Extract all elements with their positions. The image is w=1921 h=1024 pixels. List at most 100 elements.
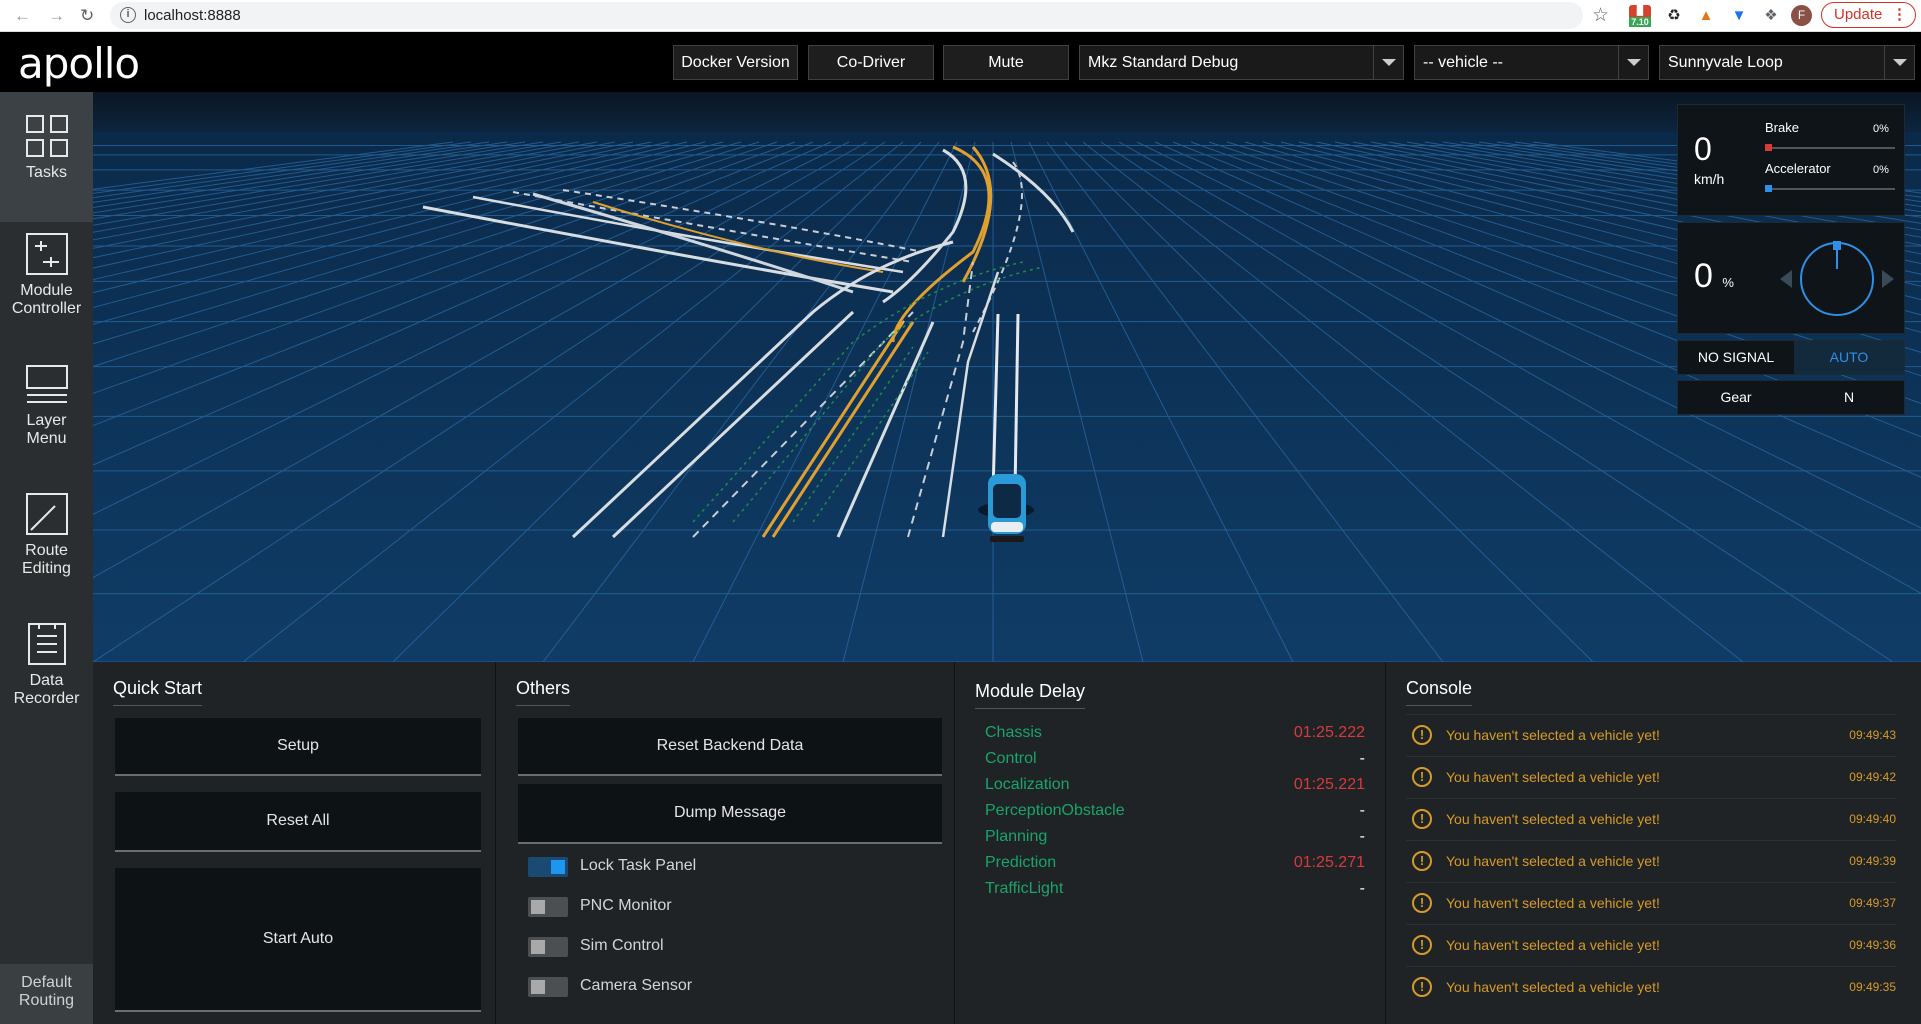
sidebar-item-data-recorder[interactable]: Data Recorder xyxy=(0,612,93,742)
v-extension-icon[interactable]: ▼ xyxy=(1728,5,1750,27)
mode-select[interactable]: Mkz Standard Debug xyxy=(1079,45,1404,80)
start-auto-button[interactable]: Start Auto xyxy=(115,868,481,1012)
sidebar: Tasks Module Controller Layer Menu Route… xyxy=(0,92,93,1024)
warning-icon: ! xyxy=(1412,725,1432,745)
driving-mode-status: AUTO xyxy=(1794,341,1904,374)
sidebar-label: Menu xyxy=(26,430,67,447)
console-timestamp: 09:49:42 xyxy=(1849,770,1896,784)
address-bar[interactable]: i localhost:8888 xyxy=(110,2,1583,29)
lock-task-panel-toggle[interactable] xyxy=(528,857,568,877)
url-text[interactable]: localhost:8888 xyxy=(144,7,241,24)
accelerator-percent: 0% xyxy=(1873,164,1889,176)
console-timestamp: 09:49:39 xyxy=(1849,854,1896,868)
forward-arrow-icon[interactable]: → xyxy=(48,6,65,26)
sidebar-item-layer-menu[interactable]: Layer Menu xyxy=(0,352,93,482)
warning-icon: ! xyxy=(1412,977,1432,997)
warning-icon: ! xyxy=(1412,893,1432,913)
reset-all-button[interactable]: Reset All xyxy=(115,792,481,852)
extension-badge-icon[interactable]: █ 7.10 xyxy=(1629,5,1651,27)
panel-title: Others xyxy=(516,678,571,706)
sidebar-label: Recorder xyxy=(13,690,80,707)
module-delay-value: - xyxy=(1359,750,1365,767)
chevron-down-icon xyxy=(1373,46,1403,79)
recycle-extension-icon[interactable]: ♻ xyxy=(1663,5,1685,27)
steering-number: 0 xyxy=(1694,257,1713,295)
sidebar-label: Layer xyxy=(26,412,67,429)
console-row: ! You haven't selected a vehicle yet! 09:4… xyxy=(1406,924,1896,966)
sidebar-item-tasks[interactable]: Tasks xyxy=(0,92,93,222)
steering-panel: 0 % xyxy=(1677,222,1905,334)
pnc-monitor-toggle[interactable] xyxy=(528,897,568,917)
module-name: Planning xyxy=(985,828,1048,845)
console-timestamp: 09:49:35 xyxy=(1849,980,1896,994)
route-icon xyxy=(25,493,68,535)
scene-canvas[interactable] xyxy=(93,92,1921,662)
console-row: ! You haven't selected a vehicle yet! 09:4… xyxy=(1406,798,1896,840)
fox-extension-icon[interactable]: ▲ xyxy=(1695,5,1717,27)
camera-sensor-toggle[interactable] xyxy=(528,977,568,997)
browser-toolbar: ← → ↻ i localhost:8888 ☆ █ 7.10 ♻ ▲ ▼ ❖ F… xyxy=(0,0,1921,32)
module-delay-panel: Module Delay Chassis 01:25.222 Control - L… xyxy=(954,662,1385,1024)
steering-unit: % xyxy=(1722,275,1734,290)
module-delay-value: 01:25.222 xyxy=(1293,724,1365,741)
info-icon[interactable]: i xyxy=(120,7,136,23)
setup-button[interactable]: Setup xyxy=(115,718,481,776)
mute-button[interactable]: Mute xyxy=(943,45,1069,80)
console-message: You haven't selected a vehicle yet! xyxy=(1446,895,1660,911)
warning-icon: ! xyxy=(1412,809,1432,829)
steering-value: 0 % xyxy=(1694,257,1734,296)
steering-wheel-icon xyxy=(1780,241,1894,316)
module-name: Chassis xyxy=(985,724,1042,741)
delay-row-traffic-light: TrafficLight - xyxy=(985,880,1365,906)
console-timestamp: 09:49:37 xyxy=(1849,896,1896,910)
others-panel: Others Reset Backend Data Dump Message L… xyxy=(495,662,954,1024)
gear-label: Gear xyxy=(1720,389,1752,405)
accelerator-bar xyxy=(1765,185,1895,192)
sidebar-item-module-controller[interactable]: Module Controller xyxy=(0,222,93,352)
toggle-label: Lock Task Panel xyxy=(580,857,697,874)
dump-message-button[interactable]: Dump Message xyxy=(518,784,942,844)
browser-update-button[interactable]: Update ⋮ xyxy=(1821,2,1916,28)
sidebar-item-route-editing[interactable]: Route Editing xyxy=(0,482,93,612)
console-message: You haven't selected a vehicle yet! xyxy=(1446,979,1660,995)
apollo-logo: apollo xyxy=(18,39,140,88)
app-header: apollo Docker Version Co-Driver Mute Mkz… xyxy=(0,32,1921,92)
profile-avatar[interactable]: F xyxy=(1791,5,1812,26)
back-arrow-icon[interactable]: ← xyxy=(14,6,31,26)
quick-start-panel: Quick Start Setup Reset All Start Auto xyxy=(93,662,495,1024)
docker-version-button[interactable]: Docker Version xyxy=(673,45,798,80)
speed-unit: km/h xyxy=(1694,171,1725,187)
delay-row-perception-obstacle: PerceptionObstacle - xyxy=(985,802,1365,828)
co-driver-button[interactable]: Co-Driver xyxy=(808,45,934,80)
map-select[interactable]: Sunnyvale Loop xyxy=(1659,45,1915,80)
sidebar-label: Data xyxy=(29,672,64,689)
console-row: ! You haven't selected a vehicle yet! 09:4… xyxy=(1406,714,1896,756)
gear-value: N xyxy=(1843,389,1855,405)
chevron-down-icon xyxy=(1884,46,1914,79)
sim-control-toggle[interactable] xyxy=(528,937,568,957)
chevron-down-icon xyxy=(1618,46,1648,79)
scene-view[interactable] xyxy=(93,92,1921,662)
reset-backend-data-button[interactable]: Reset Backend Data xyxy=(518,718,942,776)
console-message: You haven't selected a vehicle yet! xyxy=(1446,727,1660,743)
document-icon xyxy=(27,623,66,665)
signal-status: NO SIGNAL xyxy=(1697,349,1775,365)
warning-icon: ! xyxy=(1412,935,1432,955)
speed-panel: 0 km/h Brake 0% Accelerator 0% xyxy=(1677,104,1905,216)
module-delay-value: - xyxy=(1359,828,1365,845)
update-label: Update xyxy=(1834,6,1883,23)
bookmark-star-icon[interactable]: ☆ xyxy=(1592,4,1609,27)
module-delay-value: - xyxy=(1359,802,1365,819)
puzzle-extensions-icon[interactable]: ❖ xyxy=(1760,5,1782,27)
extension-badge-number: 7.10 xyxy=(1629,17,1651,27)
module-name: Control xyxy=(985,750,1037,767)
mode-select-value: Mkz Standard Debug xyxy=(1088,54,1239,71)
console-message: You haven't selected a vehicle yet! xyxy=(1446,769,1660,785)
vehicle-select[interactable]: -- vehicle -- xyxy=(1414,45,1649,80)
default-routing-button[interactable]: Default Routing xyxy=(0,964,93,1024)
sidebar-label: Editing xyxy=(22,560,71,577)
delay-row-planning: Planning - xyxy=(985,828,1365,854)
reload-icon[interactable]: ↻ xyxy=(80,6,94,26)
accelerator-label: Accelerator xyxy=(1765,161,1831,176)
toggle-knob xyxy=(531,980,545,994)
